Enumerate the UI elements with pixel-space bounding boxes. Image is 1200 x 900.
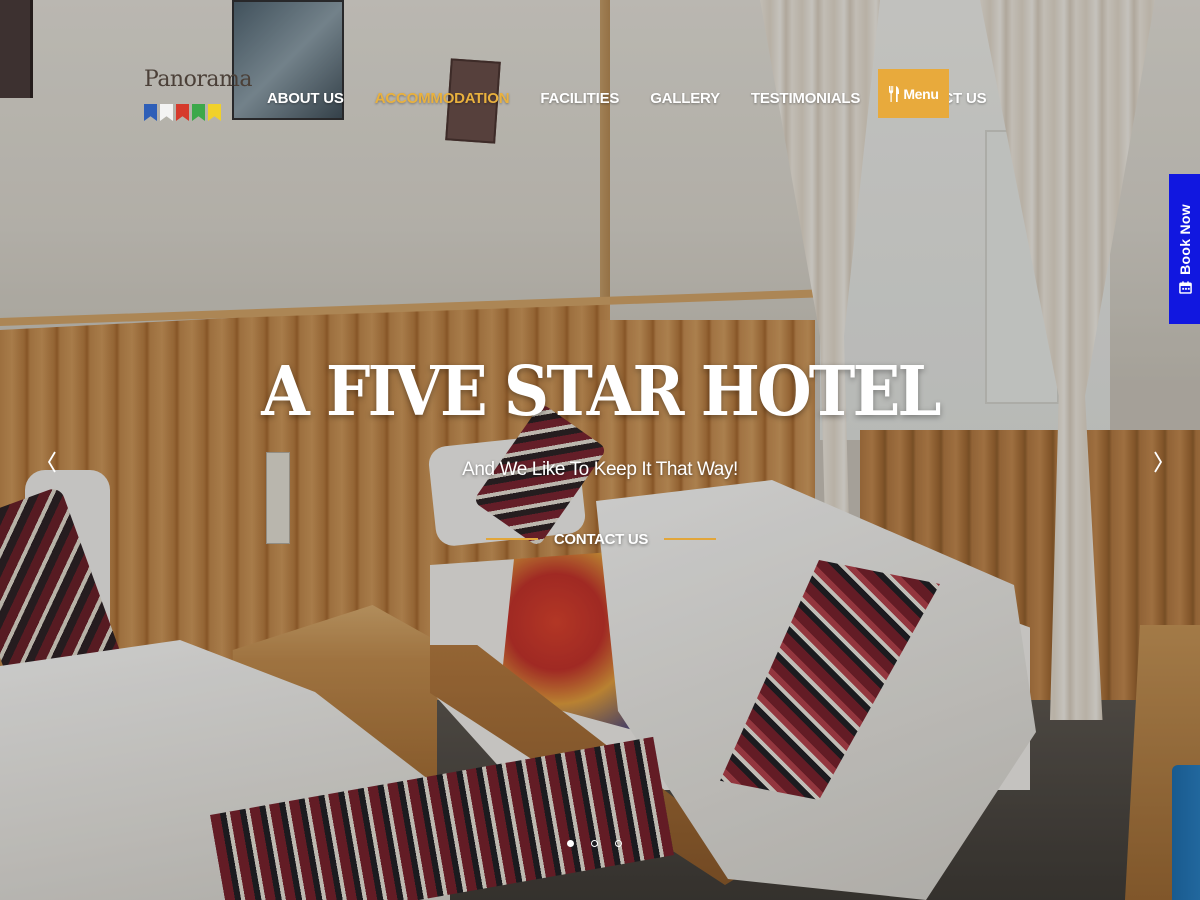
slider-dot[interactable]	[591, 840, 598, 847]
flag	[176, 104, 189, 121]
nav-item-accommodation[interactable]: ACCOMMODATION	[375, 88, 510, 110]
book-now-label: Book Now	[1176, 204, 1193, 275]
slider-next-button[interactable]	[1146, 446, 1170, 478]
nav-item-about-us[interactable]: ABOUT US	[267, 88, 344, 110]
calendar-icon	[1178, 281, 1191, 294]
slider-prev-button[interactable]	[40, 446, 64, 478]
nav-item-gallery[interactable]: GALLERY	[650, 88, 720, 110]
cta-divider-left	[486, 538, 538, 540]
flag	[208, 104, 221, 121]
hero-subtitle: And We Like To Keep It That Way!	[462, 459, 738, 480]
slider-dot[interactable]	[615, 840, 622, 847]
contact-us-label: CONTACT US	[553, 530, 649, 548]
prayer-flags-icon	[144, 104, 226, 121]
chevron-left-icon	[47, 451, 56, 473]
chevron-right-icon	[1154, 451, 1163, 473]
flag	[192, 104, 205, 121]
flag	[144, 104, 157, 121]
menu-button-label: Menu	[903, 85, 939, 102]
book-now-content: Book Now	[1177, 204, 1193, 294]
menu-button[interactable]: Menu	[878, 69, 949, 118]
nav-item-testimonials[interactable]: TESTIMONIALS	[751, 88, 860, 110]
image-overlay	[0, 0, 1200, 900]
slider-pagination	[567, 840, 622, 847]
contact-us-button[interactable]: CONTACT US	[486, 527, 716, 551]
book-now-tab[interactable]: Book Now	[1169, 174, 1200, 324]
hero-title: A FIVE STAR HOTEL	[261, 352, 941, 432]
fork-knife-icon	[889, 85, 900, 102]
logo-text: Panorama	[144, 67, 252, 92]
flag	[160, 104, 173, 121]
nav-item-facilities[interactable]: FACILITIES	[540, 88, 619, 110]
cta-divider-right	[664, 538, 716, 540]
hero-background-image	[0, 0, 1200, 900]
slider-dot[interactable]	[567, 840, 574, 847]
site-logo[interactable]: Panorama	[144, 66, 252, 121]
